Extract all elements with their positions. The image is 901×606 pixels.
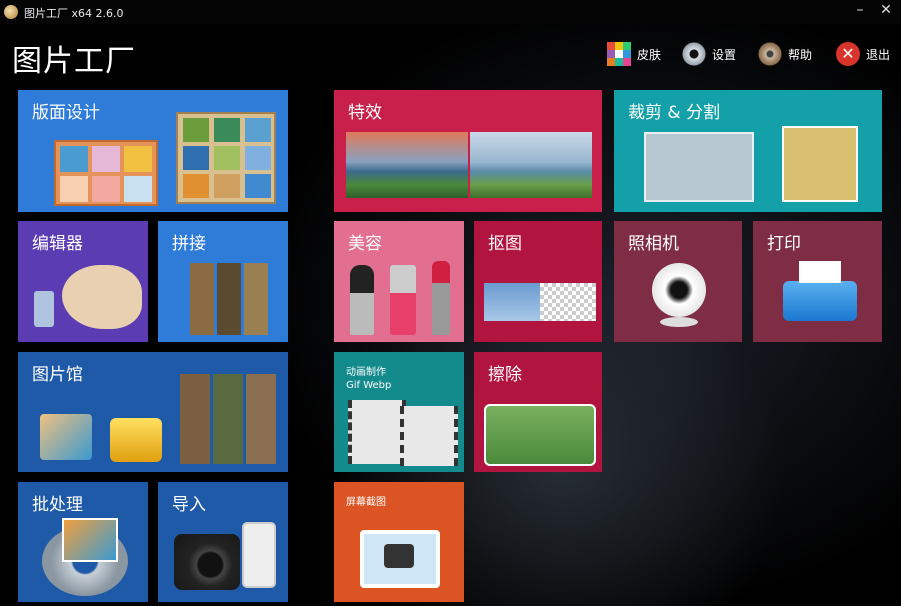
puppies-photo (644, 132, 754, 202)
skin-button[interactable]: 皮肤 (607, 40, 661, 68)
folder-icon (110, 418, 162, 462)
window-title-bar: 图片工厂 x64 2.6.0 – ✕ (0, 0, 901, 24)
tile-editor[interactable]: 编辑器 (18, 221, 148, 342)
airplane-cutout-photo (540, 283, 596, 321)
film-strip-frame-1 (348, 400, 406, 464)
nail-polish-icon (390, 265, 416, 335)
help-button[interactable]: 帮助 (758, 40, 812, 68)
split-grid-photo (782, 126, 858, 202)
tile-import-label: 导入 (172, 495, 206, 515)
tile-beauty[interactable]: 美容 (334, 221, 464, 342)
makeup-brush-icon (350, 265, 374, 335)
tile-batch-label: 批处理 (32, 495, 83, 515)
tile-animation-label-line1: 动画制作 (346, 367, 386, 378)
tile-print-label: 打印 (767, 234, 801, 254)
printer-paper (799, 261, 841, 283)
lighthouse-photo-sunset (346, 132, 468, 198)
webcam-icon (652, 263, 706, 317)
smartphone-icon (242, 522, 276, 588)
tile-animation[interactable]: 动画制作 Gif Webp (334, 352, 464, 472)
tile-layout-design[interactable]: 版面设计 (18, 90, 288, 212)
tile-screenshot-label: 屏幕截图 (346, 497, 386, 508)
tile-stitch-label: 拼接 (172, 234, 206, 254)
lipstick-icon (432, 261, 450, 335)
tile-effects-label: 特效 (348, 103, 382, 123)
tile-cutout[interactable]: 抠图 (474, 221, 602, 342)
batch-photos-icon (62, 518, 118, 562)
tile-crop-split[interactable]: 裁剪 & 分割 (614, 90, 882, 212)
tile-crop-split-label: 裁剪 & 分割 (628, 103, 721, 123)
printer-icon (783, 281, 857, 321)
tile-print[interactable]: 打印 (753, 221, 882, 342)
film-strip-frame-2 (400, 406, 458, 466)
photo-viewer-icon (40, 414, 92, 460)
collage-frame-image (54, 140, 158, 206)
settings-button[interactable]: 设置 (682, 40, 736, 68)
help-label: 帮助 (788, 47, 813, 62)
exit-icon: ✕ (836, 42, 860, 66)
skin-icon (607, 42, 631, 66)
tile-gallery[interactable]: 图片馆 (18, 352, 288, 472)
tile-effects[interactable]: 特效 (334, 90, 602, 212)
tile-beauty-label: 美容 (348, 234, 382, 254)
album-frame-image (176, 112, 276, 204)
tile-animation-label: 动画制作 Gif Webp (346, 366, 391, 392)
tile-camera-label: 照相机 (628, 234, 679, 254)
tile-editor-label: 编辑器 (32, 234, 83, 254)
window-title: 图片工厂 x64 2.6.0 (24, 7, 124, 20)
dslr-camera-icon (174, 534, 240, 590)
minimize-button[interactable]: – (850, 2, 870, 18)
app-logo-icon (4, 5, 18, 19)
palette-icon (62, 265, 142, 329)
help-icon (758, 42, 782, 66)
deer-photo (484, 404, 596, 466)
brush-cup-icon (34, 291, 54, 327)
airplane-photo (484, 283, 540, 321)
tile-erase-label: 擦除 (488, 365, 522, 385)
stitch-grid-image (190, 263, 268, 335)
tile-stitch[interactable]: 拼接 (158, 221, 288, 342)
tile-layout-design-label: 版面设计 (32, 103, 100, 123)
gallery-grid-image (180, 374, 276, 464)
tile-batch[interactable]: 批处理 (18, 482, 148, 602)
tile-erase[interactable]: 擦除 (474, 352, 602, 472)
tile-screenshot[interactable]: 屏幕截图 (334, 482, 464, 602)
settings-label: 设置 (712, 47, 737, 62)
exit-label: 退出 (866, 47, 891, 62)
webcam-stand (660, 317, 698, 327)
exit-button[interactable]: ✕ 退出 (836, 40, 890, 68)
window-close-button[interactable]: ✕ (876, 2, 896, 18)
tile-camera[interactable]: 照相机 (614, 221, 742, 342)
tile-import[interactable]: 导入 (158, 482, 288, 602)
app-title: 图片工厂 (12, 44, 136, 79)
screenshot-camera-icon (384, 544, 414, 568)
gear-icon (682, 42, 706, 66)
skin-label: 皮肤 (637, 47, 662, 62)
tile-cutout-label: 抠图 (488, 234, 522, 254)
tile-gallery-label: 图片馆 (32, 365, 83, 385)
lighthouse-photo-day (470, 132, 592, 198)
tile-animation-label-line2: Gif Webp (346, 380, 392, 391)
